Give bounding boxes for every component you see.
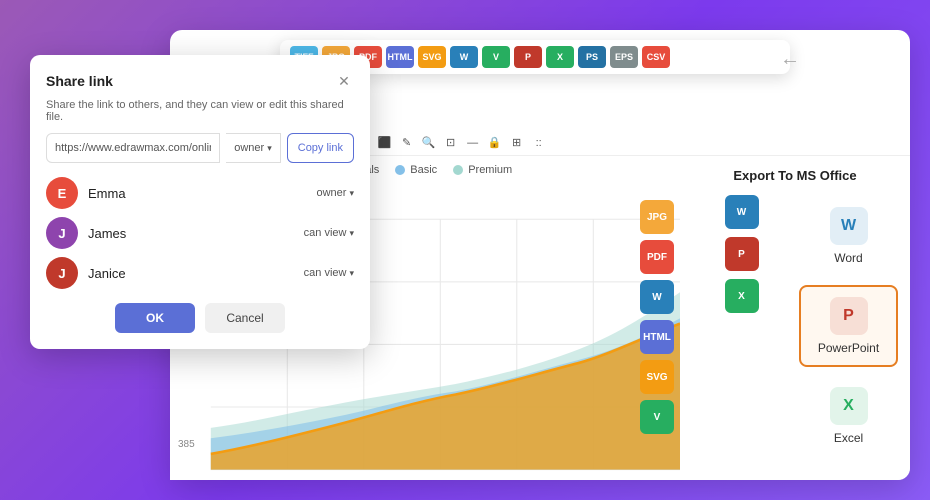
format-badge-p[interactable]: P [514, 46, 542, 68]
user-role-button-1[interactable]: can view ▾ [304, 227, 354, 239]
zoom-icon[interactable]: 🔍 [421, 135, 437, 151]
legend-item-basic: Basic [395, 164, 437, 176]
user-name-1: James [88, 226, 294, 241]
line-icon[interactable]: — [465, 135, 481, 151]
export-panel-title: Export To MS Office [692, 168, 898, 183]
user-role-button-2[interactable]: can view ▾ [304, 267, 354, 279]
side-icon-pdf[interactable]: PDF [640, 240, 674, 274]
export-small-icons-col: WPX [692, 195, 791, 468]
side-icon-w[interactable]: W [640, 280, 674, 314]
fill-icon[interactable]: ⬛ [377, 135, 393, 151]
user-name-2: Janice [88, 266, 294, 281]
export-icon-powerpoint: P [830, 297, 868, 335]
export-icon-word: W [830, 207, 868, 245]
security-icon[interactable]: 🔒 [487, 135, 503, 151]
user-role-button-0[interactable]: owner ▾ [317, 187, 355, 199]
export-card-word[interactable]: W Word [799, 195, 898, 277]
format-badge-html[interactable]: HTML [386, 46, 414, 68]
dialog-footer: OK Cancel [46, 303, 354, 333]
format-badge-csv[interactable]: CSV [642, 46, 670, 68]
dialog-title: Share link [46, 73, 113, 89]
close-button[interactable]: ✕ [334, 71, 354, 91]
user-item-2: J Janice can view ▾ [46, 257, 354, 289]
export-label-word: Word [834, 251, 862, 265]
export-side-icons: JPG PDF W HTML SVG V [640, 200, 674, 434]
export-panel: Export To MS Office WPXWWordPPowerPointX… [680, 156, 910, 480]
frame-icon[interactable]: ⊡ [443, 135, 459, 151]
legend-dot-basic [395, 165, 405, 175]
format-badge-x[interactable]: X [546, 46, 574, 68]
user-avatar-2: J [46, 257, 78, 289]
legend-dot-premium [453, 165, 463, 175]
user-item-1: J James can view ▾ [46, 217, 354, 249]
export-label-excel: Excel [834, 431, 863, 445]
side-icon-html[interactable]: HTML [640, 320, 674, 354]
export-arrow: ← [780, 48, 800, 71]
export-card-excel[interactable]: X Excel [799, 375, 898, 457]
dialog-description: Share the link to others, and they can v… [46, 99, 354, 123]
link-role-label: owner [234, 142, 264, 154]
link-role-button[interactable]: owner ▾ [226, 133, 281, 163]
format-badge-eps[interactable]: EPS [610, 46, 638, 68]
grid-icon[interactable]: :: [531, 135, 547, 151]
side-icon-svg[interactable]: SVG [640, 360, 674, 394]
export-small-excel[interactable]: X [725, 279, 759, 313]
cancel-button[interactable]: Cancel [205, 303, 285, 333]
format-badge-v[interactable]: V [482, 46, 510, 68]
edit-icon[interactable]: ✎ [399, 135, 415, 151]
user-list: E Emma owner ▾ J James can view ▾ J Janice can v… [46, 177, 354, 289]
export-small-word[interactable]: W [725, 195, 759, 229]
user-item-0: E Emma owner ▾ [46, 177, 354, 209]
ok-button[interactable]: OK [115, 303, 195, 333]
legend-label-premium: Premium [468, 164, 512, 176]
legend-item-premium: Premium [453, 164, 512, 176]
export-label-powerpoint: PowerPoint [818, 341, 879, 355]
user-avatar-0: E [46, 177, 78, 209]
format-badge-w[interactable]: W [450, 46, 478, 68]
export-icon-excel: X [830, 387, 868, 425]
user-name-0: Emma [88, 186, 307, 201]
export-grid: WPXWWordPPowerPointXExcel [692, 195, 898, 468]
link-input[interactable] [46, 133, 220, 163]
export-small-powerpoint[interactable]: P [725, 237, 759, 271]
legend-label-basic: Basic [410, 164, 437, 176]
side-icon-v[interactable]: V [640, 400, 674, 434]
format-badge-svg[interactable]: SVG [418, 46, 446, 68]
format-badge-ps[interactable]: PS [578, 46, 606, 68]
export-cards-col: W Word P PowerPoint X Excel [799, 195, 898, 468]
user-avatar-1: J [46, 217, 78, 249]
chevron-down-icon: ▾ [267, 143, 272, 154]
side-icon-jpg[interactable]: JPG [640, 200, 674, 234]
dialog-header: Share link ✕ [46, 71, 354, 91]
crop-icon[interactable]: ⊞ [509, 135, 525, 151]
link-row: owner ▾ Copy link [46, 133, 354, 163]
copy-link-button[interactable]: Copy link [287, 133, 354, 163]
export-card-powerpoint[interactable]: P PowerPoint [799, 285, 898, 367]
share-dialog: Share link ✕ Share the link to others, a… [30, 55, 370, 349]
